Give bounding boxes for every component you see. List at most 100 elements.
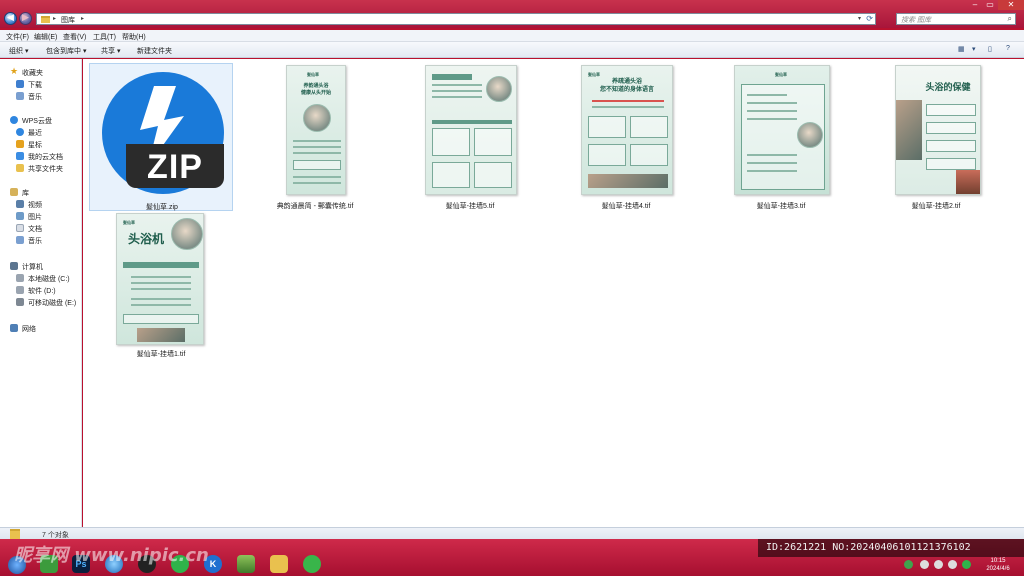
nav-label: 下载 (28, 82, 42, 89)
organize-button[interactable]: 组织 ▾ (9, 46, 28, 56)
menu-help[interactable]: 帮助(H) (122, 32, 146, 42)
nav-label: 文档 (28, 226, 42, 233)
poster-title: 养韵通头浴 健康从头开始 (300, 83, 331, 96)
close-icon[interactable]: ✕ (998, 0, 1024, 10)
id-banner: ID:2621221 NO:20240406101121376102 (758, 539, 1024, 557)
file-name: 典韵通晨简 - 郵囊传统.tif (276, 203, 354, 210)
breadcrumb[interactable]: 图库 (61, 15, 75, 25)
tray-icon[interactable] (920, 560, 929, 569)
help-icon[interactable]: ? (1006, 45, 1016, 54)
file-view: ZIP 髮仙草.zip 髮仙草 养韵通头浴 健康从头开始 典韵通晨简 - 郵囊传… (83, 59, 1024, 527)
minimize-icon[interactable]: – (968, 0, 982, 10)
nav-label: 音乐 (28, 94, 42, 101)
nav-label: 本地磁盘 (C:) (28, 276, 70, 283)
file-item[interactable]: 髮仙草 头浴机 髮仙草-挂墙1.tif (89, 211, 233, 359)
change-view-icon[interactable]: ▦ (958, 45, 968, 54)
file-item[interactable]: 髮仙草 养疏通头浴 您不知道的身体语言 髮仙草-挂墙4.tif (554, 63, 698, 211)
poster-logo: 髮仙草 (123, 220, 135, 225)
clock[interactable]: 10:15 2024/4/6 (978, 557, 1018, 573)
new-folder-button[interactable]: 新建文件夹 (137, 46, 172, 56)
forward-button[interactable]: ▶ (19, 12, 32, 25)
nav-label: 最近 (28, 130, 42, 137)
nav-label: 音乐 (28, 238, 42, 245)
file-name: 髮仙草-挂墙2.tif (911, 203, 961, 210)
watermark: 昵享网 www.nipic.cn (14, 545, 209, 566)
star-icon (16, 140, 24, 148)
command-bar: 组织 ▾ 包含到库中 ▾ 共享 ▾ 新建文件夹 ▦ ▾ ▯ ? (0, 42, 1024, 58)
address-bar[interactable]: ▸ 图库 ▸ ▾ ⟳ (36, 13, 876, 25)
window-controls: – ▭ ✕ (968, 0, 1024, 10)
status-bar: 7 个对象 (0, 527, 1024, 539)
file-item[interactable]: 头浴的保健 髮仙草-挂墙2.tif (864, 63, 1008, 211)
drive-icon (16, 286, 24, 294)
nav-label: 视频 (28, 202, 42, 209)
navigation-pane: ★ 收藏夹 下载 音乐 WPS云盘 最近 星标 我的云文档 共享文件夹 库 视频… (0, 59, 82, 527)
volume-icon[interactable] (948, 560, 957, 569)
file-item[interactable]: 髮仙草-挂墙5.tif (398, 63, 542, 211)
menu-edit[interactable]: 编辑(E) (34, 32, 57, 42)
chevron-right-icon[interactable]: ▸ (81, 15, 84, 22)
nav-label: 图片 (28, 214, 42, 221)
chevron-right-icon: ▸ (53, 16, 57, 22)
video-icon (16, 200, 24, 208)
nav-label: 可移动磁盘 (E:) (28, 300, 77, 307)
image-thumbnail: 髮仙草 头浴机 (116, 213, 204, 345)
nav-label: WPS云盘 (22, 118, 52, 125)
preview-pane-icon[interactable]: ▯ (988, 45, 998, 54)
id-text: ID:2621221 NO:20240406101121376102 (766, 542, 971, 553)
title-bar: ◀ ▶ ▸ 图库 ▸ ▾ ⟳ 搜索 图库 ⌕ – ▭ ✕ (0, 0, 1024, 28)
image-thumbnail (425, 65, 517, 195)
music-icon (16, 92, 24, 100)
image-thumbnail: 头浴的保健 (895, 65, 981, 195)
menu-view[interactable]: 查看(V) (63, 32, 86, 42)
music-icon (16, 236, 24, 244)
clock-time: 10:15 (990, 558, 1006, 564)
image-thumbnail: 髮仙草 养韵通头浴 健康从头开始 (286, 65, 346, 195)
file-name: 髮仙草-挂墙1.tif (136, 351, 186, 358)
file-name: 髮仙草-挂墙4.tif (601, 203, 651, 210)
cloud-icon (10, 116, 18, 124)
image-thumbnail: 髮仙草 养疏通头浴 您不知道的身体语言 (581, 65, 673, 195)
star-icon: ★ (10, 66, 19, 76)
zip-label: ZIP (147, 148, 203, 186)
nav-label: 库 (22, 190, 29, 197)
menu-file[interactable]: 文件(F) (6, 32, 29, 42)
chart-app-icon[interactable] (237, 555, 255, 573)
computer-icon (10, 262, 18, 270)
explorer-icon[interactable] (270, 555, 288, 573)
clock-icon (16, 128, 24, 136)
chevron-down-icon[interactable]: ▾ (972, 45, 982, 54)
wechat-tray-icon[interactable] (962, 560, 971, 569)
nav-label: 共享文件夹 (28, 166, 63, 173)
search-icon[interactable]: ⌕ (1008, 14, 1012, 24)
app-icon[interactable] (303, 555, 321, 573)
zip-tag: ZIP (126, 144, 224, 188)
search-input[interactable]: 搜索 图库 ⌕ (896, 13, 1016, 25)
menu-tools[interactable]: 工具(T) (93, 32, 116, 42)
file-item[interactable]: 髮仙草 养韵通头浴 健康从头开始 典韵通晨简 - 郵囊传统.tif (243, 63, 387, 211)
cloud-icon (16, 152, 24, 160)
menu-bar: 文件(F) 编辑(E) 查看(V) 工具(T) 帮助(H) (0, 30, 1024, 42)
tray-icon[interactable] (904, 560, 913, 569)
picture-icon (16, 212, 24, 220)
include-in-library-button[interactable]: 包含到库中 ▾ (46, 46, 86, 56)
maximize-icon[interactable]: ▭ (983, 0, 997, 10)
share-button[interactable]: 共享 ▾ (101, 46, 120, 56)
nav-label: 计算机 (22, 264, 43, 271)
back-button[interactable]: ◀ (4, 12, 17, 25)
drive-icon (16, 274, 24, 282)
download-icon (16, 80, 24, 88)
library-icon (10, 188, 18, 196)
nav-label: 我的云文档 (28, 154, 63, 161)
file-name: 髮仙草-挂墙5.tif (445, 203, 495, 210)
nav-label: 网络 (22, 326, 36, 333)
tray-icon[interactable] (934, 560, 943, 569)
poster-logo: 髮仙草 (307, 72, 319, 77)
chevron-down-icon[interactable]: ▾ (858, 15, 861, 22)
folder-icon (16, 164, 24, 172)
file-item[interactable]: ZIP 髮仙草.zip (89, 63, 233, 211)
refresh-icon[interactable]: ⟳ (866, 14, 873, 23)
file-name: 髮仙草-挂墙3.tif (756, 203, 806, 210)
document-icon (16, 224, 24, 232)
file-item[interactable]: 髮仙草 髮仙草-挂墙3.tif (709, 63, 853, 211)
